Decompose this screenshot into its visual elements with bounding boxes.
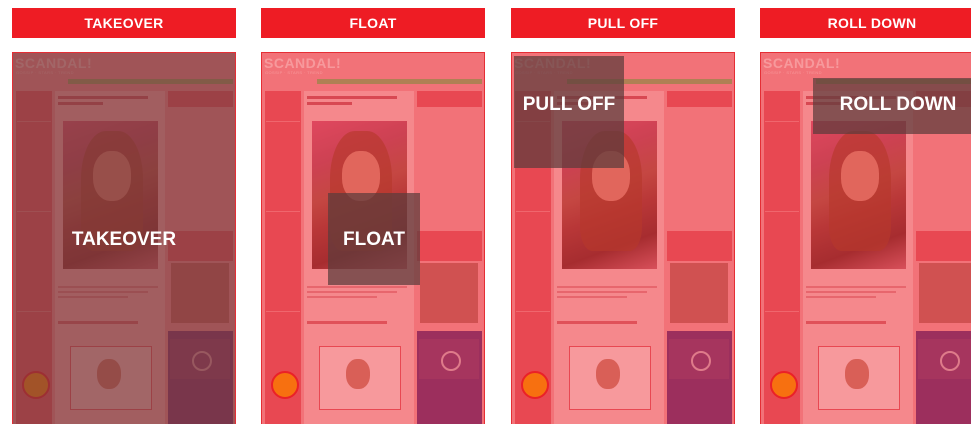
panel-title: PULL OFF (511, 8, 735, 38)
panel-title: ROLL DOWN (760, 8, 971, 38)
panel-pull-off: PULL OFF SCANDAL! GOSSIP · STARS · TREND (511, 8, 735, 424)
overlay-label: ROLL DOWN (839, 94, 957, 115)
panel-float: FLOAT SCANDAL! GOSSIP · STARS · TREND FL… (261, 8, 485, 424)
overlay-label: PULL OFF (522, 94, 616, 115)
panel-title: TAKEOVER (12, 8, 236, 38)
panel-roll-down: ROLL DOWN SCANDAL! GOSSIP · STARS · TREN… (760, 8, 971, 424)
website-preview: SCANDAL! GOSSIP · STARS · TREND (511, 52, 735, 424)
website-preview: SCANDAL! GOSSIP · STARS · TREND (261, 52, 485, 424)
website-preview: SCANDAL! GOSSIP · STARS · TREND (760, 52, 971, 424)
overlay-label: FLOAT (343, 229, 405, 250)
panel-takeover: TAKEOVER SCANDAL! GOSSIP · STARS · TREND (12, 8, 236, 424)
overlay-label: TAKEOVER (71, 229, 177, 250)
ad-formats-showcase: TAKEOVER SCANDAL! GOSSIP · STARS · TREND (0, 0, 971, 424)
panel-title: FLOAT (261, 8, 485, 38)
website-preview: SCANDAL! GOSSIP · STARS · TREND (12, 52, 236, 424)
